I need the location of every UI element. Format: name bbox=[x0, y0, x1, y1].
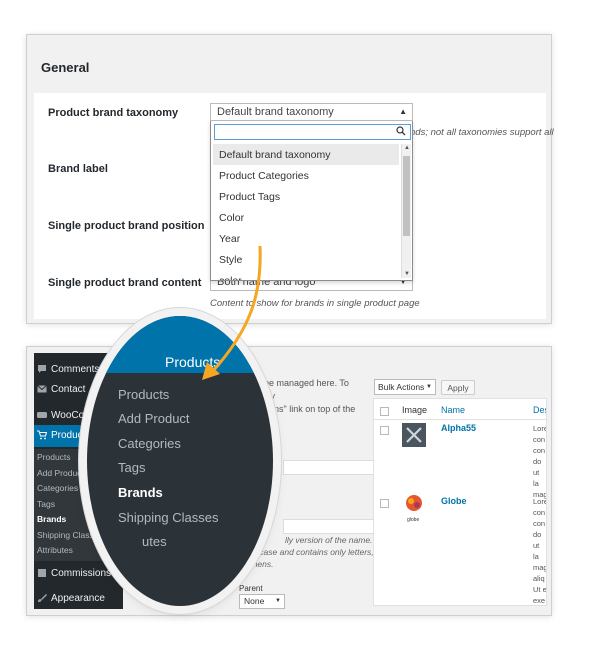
dropdown-option[interactable]: Product Categories bbox=[213, 165, 399, 186]
general-settings-form: Product brand taxonomy Default brand tax… bbox=[34, 93, 554, 319]
menu-item-appearance[interactable]: Appearance bbox=[34, 588, 123, 610]
dropdown-option[interactable]: Product Tags bbox=[213, 186, 399, 207]
desc-line: ut la bbox=[533, 541, 540, 561]
menu-item-commissions[interactable]: Commissions bbox=[34, 563, 123, 585]
brand-content-description: Content to show for brands in single pro… bbox=[210, 298, 420, 309]
brand-name-link[interactable]: Alpha55 bbox=[441, 423, 476, 433]
taxonomy-dropdown: Default brand taxonomy Product Categorie… bbox=[210, 121, 413, 281]
caret-down-icon: ▼ bbox=[426, 384, 432, 390]
globe-logo-text: globe bbox=[407, 517, 420, 523]
caret-down-icon: ▼ bbox=[275, 598, 281, 604]
taxonomy-description: nds; not all taxonomies support all bbox=[410, 127, 554, 138]
desc-line: con bbox=[533, 508, 546, 517]
dropdown-option[interactable]: Year bbox=[213, 228, 399, 249]
desc-line: con bbox=[533, 435, 546, 444]
lens-submenu-brands: Brands bbox=[118, 485, 163, 500]
desc-line: ut la bbox=[533, 468, 540, 488]
paintbrush-icon bbox=[38, 594, 47, 602]
select-all-checkbox[interactable] bbox=[380, 407, 389, 416]
desc-line: exe bbox=[533, 596, 546, 605]
lens-submenu-tags: Tags bbox=[118, 460, 146, 475]
menu-item-label: Appearance bbox=[51, 593, 105, 604]
lens-page-title: Products bbox=[165, 354, 221, 370]
comment-icon bbox=[38, 365, 46, 373]
column-header-image: Image bbox=[402, 405, 428, 415]
dropdown-option[interactable]: Default brand taxonomy bbox=[213, 144, 399, 165]
desc-line: Lore bbox=[533, 424, 547, 433]
brand-description: Lore con con do ut la mag bbox=[533, 423, 547, 500]
parent-label: Parent bbox=[239, 584, 263, 593]
brand-label-label: Brand label bbox=[48, 163, 108, 175]
brands-table: Image Name Des Alpha55 Lore con con do u… bbox=[373, 398, 547, 606]
dropdown-scrollbar[interactable]: ▲ ▼ bbox=[401, 144, 411, 278]
magnifier-lens: Products Products Add Product Categories… bbox=[87, 316, 273, 606]
desc-line: Lore bbox=[533, 497, 547, 506]
dropdown-options: Default brand taxonomy Product Categorie… bbox=[213, 144, 399, 280]
desc-line: do bbox=[533, 457, 542, 466]
scrollbar-thumb[interactable] bbox=[403, 156, 410, 236]
dropdown-option[interactable]: Style bbox=[213, 249, 399, 270]
lens-submenu-shipping-classes: Shipping Classes bbox=[118, 510, 219, 525]
desc-line: con bbox=[533, 446, 546, 455]
alpha55-logo-image bbox=[402, 423, 426, 447]
menu-item-label: Products bbox=[51, 430, 91, 441]
desc-line: aliq bbox=[533, 574, 545, 583]
caret-up-icon: ▲ bbox=[399, 107, 407, 116]
woocommerce-icon bbox=[37, 412, 47, 418]
scroll-up-icon[interactable]: ▲ bbox=[404, 145, 410, 151]
dropdown-option[interactable]: color bbox=[213, 270, 399, 280]
menu-item-label: Contact bbox=[51, 384, 86, 395]
product-brand-taxonomy-label: Product brand taxonomy bbox=[48, 107, 179, 119]
brand-name-link[interactable]: Globe bbox=[441, 496, 467, 506]
lens-submenu-add-product: Add Product bbox=[118, 411, 190, 426]
brand-taxonomy-value: Default brand taxonomy bbox=[217, 106, 334, 118]
menu-item-label: Commissions bbox=[51, 568, 112, 579]
dropdown-option[interactable]: Color bbox=[213, 207, 399, 228]
column-header-name[interactable]: Name bbox=[441, 405, 465, 415]
desc-line: do bbox=[533, 530, 542, 539]
general-settings-panel: General Product brand taxonomy Default b… bbox=[26, 34, 554, 324]
brand-taxonomy-select[interactable]: Default brand taxonomy ▲ bbox=[210, 103, 413, 121]
single-product-brand-position-label: Single product brand position bbox=[48, 220, 205, 232]
dropdown-search-input[interactable] bbox=[214, 124, 411, 140]
intro-line: can be managed here. To display bbox=[247, 378, 349, 401]
parent-value: None bbox=[244, 596, 265, 606]
brand-description: Lore con con do ut la mag aliq Ut e exe … bbox=[533, 496, 547, 605]
header-divider bbox=[374, 419, 546, 420]
cart-icon bbox=[37, 430, 47, 440]
desc-line: Ut e bbox=[533, 585, 547, 594]
apply-button[interactable]: Apply bbox=[441, 380, 475, 395]
commissions-icon bbox=[38, 569, 46, 577]
single-product-brand-content-label: Single product brand content bbox=[48, 277, 202, 289]
bulk-actions-select[interactable]: Bulk Actions ▼ bbox=[374, 379, 436, 395]
desc-line: mag bbox=[533, 563, 547, 572]
row-checkbox[interactable] bbox=[380, 499, 389, 508]
desc-line: con bbox=[533, 519, 546, 528]
column-header-description[interactable]: Des bbox=[533, 405, 546, 415]
lens-submenu-attributes: utes bbox=[142, 534, 167, 549]
brand-slug-input[interactable] bbox=[283, 519, 379, 534]
lens-submenu-products: Products bbox=[118, 387, 170, 402]
section-title: General bbox=[41, 60, 90, 75]
lens-submenu-categories: Categories bbox=[118, 436, 181, 451]
search-icon bbox=[396, 126, 406, 136]
mail-icon bbox=[37, 385, 47, 393]
row-checkbox[interactable] bbox=[380, 426, 389, 435]
lens-header: Products bbox=[87, 316, 273, 373]
parent-select[interactable]: None ▼ bbox=[239, 594, 285, 609]
brand-name-input[interactable] bbox=[283, 460, 379, 475]
bulk-actions-value: Bulk Actions bbox=[378, 382, 425, 392]
scroll-down-icon[interactable]: ▼ bbox=[404, 271, 410, 277]
